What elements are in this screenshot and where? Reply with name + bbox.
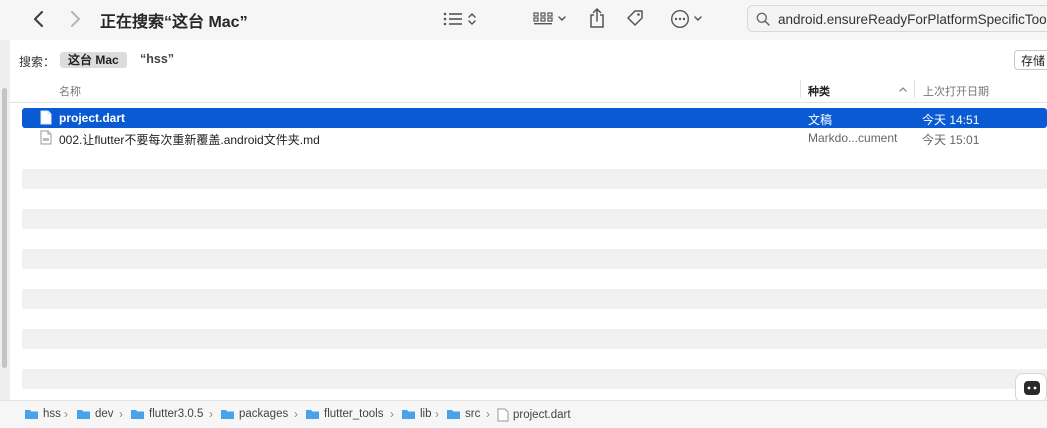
forward-button[interactable] [64,8,86,30]
search-input[interactable] [778,9,1047,29]
toolbar: 正在搜索“这台 Mac” [0,0,1047,40]
file-kind: Markdo...cument [808,131,898,145]
scope-this-mac-button[interactable]: 这台 Mac [60,52,127,68]
chevron-right-icon: › [119,407,123,421]
column-name-header[interactable]: 名称 [59,83,81,99]
sidebar-edge [0,40,10,400]
folder-icon [131,410,144,419]
path-item[interactable]: dev [76,408,114,420]
chevron-right-icon: › [64,407,68,421]
folder-icon [447,410,460,419]
tag-icon [627,10,643,26]
document-icon [40,110,52,125]
scope-folder-button[interactable]: “hss” [140,52,174,66]
path-bar: hss › dev › flutter3.0.5 › packages › fl… [0,400,1047,428]
file-row[interactable]: project.dart 文稿 今天 14:51 [22,108,1047,128]
folder-icon [25,410,38,419]
file-date: 今天 14:51 [922,113,980,127]
chevron-right-icon: › [390,407,394,421]
chevron-right-icon: › [209,407,213,421]
path-item[interactable]: src [446,408,480,420]
more-icon [670,9,689,29]
chevron-right-icon: › [486,407,490,421]
sort-icon [468,12,476,26]
path-item[interactable]: flutter3.0.5 [130,408,203,420]
empty-row [22,169,1047,189]
file-date: 今天 15:01 [922,133,980,147]
search-icon [756,12,770,26]
column-kind-header[interactable]: 种类 [808,83,830,99]
assistant-icon [1024,381,1040,395]
chevron-right-icon: › [294,407,298,421]
back-icon [34,11,43,27]
file-name: project.dart [59,111,126,125]
sort-arrow-icon [899,87,907,92]
path-item[interactable]: flutter_tools [305,408,383,420]
file-list: 名称 种类 上次打开日期 project.dart 文稿 今天 14:51 00… [10,76,1047,400]
chevron-right-icon: › [435,407,439,421]
path-item[interactable]: hss [24,408,61,420]
path-item[interactable]: project.dart [497,408,571,422]
save-search-button[interactable]: 存储 [1014,50,1047,70]
view-options-button[interactable] [440,8,480,30]
document-icon [40,130,52,145]
back-button[interactable] [28,8,50,30]
empty-row [22,209,1047,229]
search-field[interactable] [747,5,1047,32]
sidebar-scrollbar[interactable] [2,88,7,368]
search-scope-bar: 搜索： 这台 Mac “hss” 存储 [10,45,1047,75]
empty-row [22,289,1047,309]
window-title: 正在搜索“这台 Mac” [100,14,248,31]
file-row[interactable]: 002.让flutter不要每次重新覆盖.android文件夹.md Markd… [22,128,1047,148]
action-button[interactable] [666,8,706,30]
group-button[interactable] [530,8,570,30]
share-button[interactable] [586,6,608,30]
column-header: 名称 种类 上次打开日期 [10,76,1047,103]
list-view-icon [443,12,462,26]
empty-row [22,249,1047,269]
file-kind: 文稿 [808,113,833,127]
folder-icon [77,410,90,419]
tag-button[interactable] [624,7,646,29]
chevron-down-icon [558,16,566,22]
grid-view-icon [533,12,553,25]
path-item[interactable]: lib [401,408,432,420]
folder-icon [402,410,415,419]
empty-row [22,369,1047,389]
folder-icon [221,410,234,419]
column-date-header[interactable]: 上次打开日期 [923,83,989,99]
floating-assistant-button[interactable] [1015,373,1047,403]
folder-icon [306,410,319,419]
empty-row [22,329,1047,349]
forward-icon [71,11,80,27]
scope-label: 搜索： [19,55,56,69]
document-icon [497,408,509,422]
path-item[interactable]: packages [220,408,288,420]
column-divider[interactable] [914,80,915,98]
file-name: 002.让flutter不要每次重新覆盖.android文件夹.md [59,133,320,147]
share-icon [590,8,604,28]
column-divider[interactable] [800,80,801,98]
chevron-down-icon [693,16,702,22]
